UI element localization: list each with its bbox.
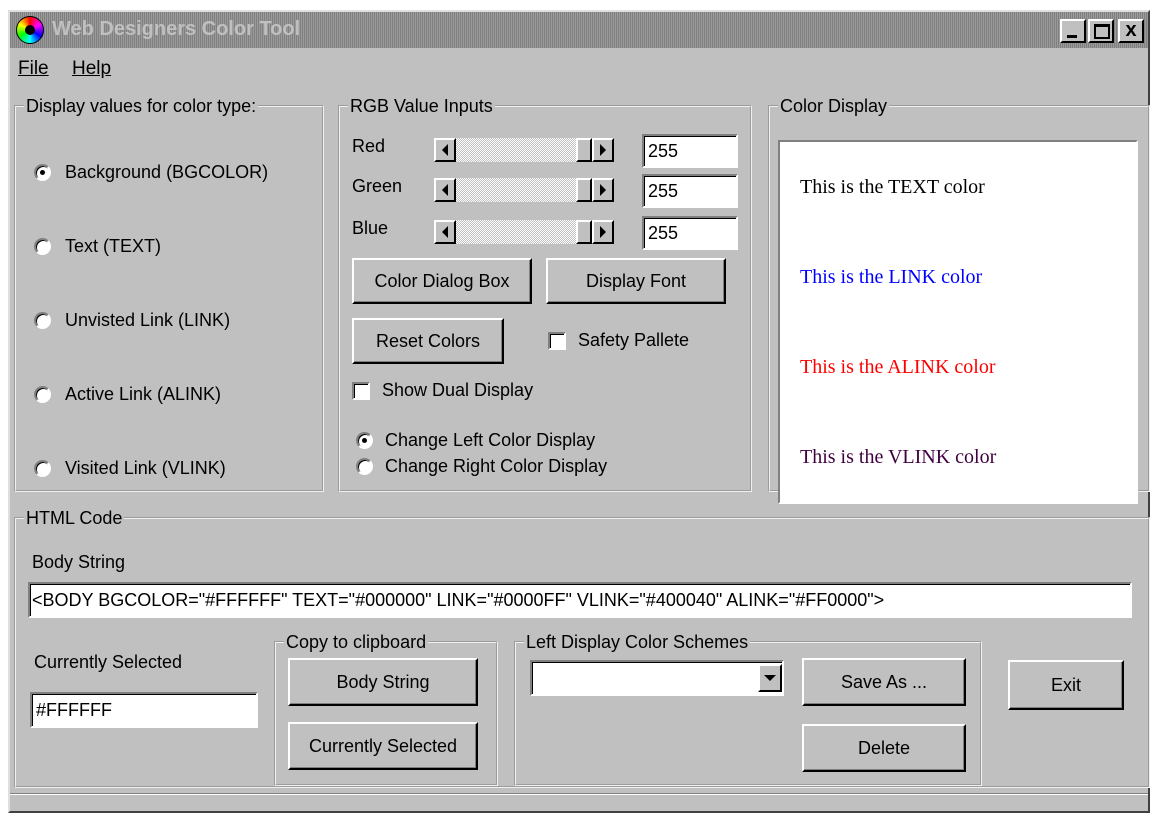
scroll-right-button[interactable] [592, 178, 614, 202]
reset-colors-button[interactable]: Reset Colors [352, 318, 504, 364]
radio-button[interactable] [34, 386, 51, 403]
checkbox-box[interactable] [548, 331, 566, 350]
scroll-right-button[interactable] [592, 138, 614, 162]
copy-currently-selected-button[interactable]: Currently Selected [288, 722, 478, 770]
copy-body-string-button[interactable]: Body String [288, 658, 478, 706]
radio-label: Unvisted Link (LINK) [65, 310, 231, 330]
scroll-right-button[interactable] [592, 220, 614, 244]
arrow-left-icon [442, 144, 448, 156]
close-button[interactable]: x [1118, 19, 1144, 43]
body-string-input[interactable]: <BODY BGCOLOR="#FFFFFF" TEXT="#000000" L… [28, 582, 1132, 618]
scroll-left-button[interactable] [434, 178, 456, 202]
alink-color-sample: This is the ALINK color [800, 356, 996, 378]
green-value-input[interactable]: 255 [642, 174, 738, 208]
title-bar[interactable]: Web Designers Color Tool x [10, 12, 1148, 48]
rgb-inputs-legend: RGB Value Inputs [350, 96, 493, 116]
checkbox-label: Show Dual Display [382, 380, 534, 400]
radio-label: Text (TEXT) [65, 236, 162, 256]
menu-file-label: File [18, 58, 49, 79]
radio-button[interactable] [34, 164, 51, 181]
radio-button[interactable] [356, 458, 373, 475]
checkbox-box[interactable] [352, 381, 370, 400]
color-wheel-icon[interactable] [16, 16, 44, 44]
copy-to-clipboard-legend: Copy to clipboard [286, 632, 427, 652]
delete-button[interactable]: Delete [802, 724, 966, 772]
red-slider[interactable] [434, 138, 614, 162]
color-display-legend: Color Display [780, 96, 888, 116]
green-label: Green [352, 176, 403, 196]
currently-selected-label: Currently Selected [34, 652, 183, 672]
color-scheme-select[interactable] [530, 660, 784, 696]
radio-link[interactable]: Unvisted Link (LINK) [34, 310, 230, 331]
red-label: Red [352, 136, 386, 156]
copy-to-clipboard-group: Copy to clipboard Body String Currently … [274, 632, 498, 786]
slider-thumb[interactable] [576, 178, 592, 202]
arrow-left-icon [442, 226, 448, 238]
radio-vlink[interactable]: Visited Link (VLINK) [34, 458, 226, 479]
radio-label: Active Link (ALINK) [65, 384, 222, 404]
radio-label: Change Right Color Display [385, 456, 608, 476]
color-schemes-group: Left Display Color Schemes Save As ... D… [514, 632, 982, 786]
color-schemes-legend: Left Display Color Schemes [526, 632, 749, 652]
show-dual-display-checkbox[interactable]: Show Dual Display [352, 380, 533, 401]
status-bar [10, 793, 1148, 811]
menu-help[interactable]: Help [72, 58, 111, 80]
link-color-sample: This is the LINK color [800, 266, 983, 288]
radio-button[interactable] [34, 312, 51, 329]
maximize-button[interactable] [1088, 19, 1114, 43]
app-window: Web Designers Color Tool x File Help Dis… [8, 10, 1150, 813]
currently-selected-input[interactable]: #FFFFFF [30, 692, 258, 728]
scroll-left-button[interactable] [434, 138, 456, 162]
radio-change-right[interactable]: Change Right Color Display [356, 456, 607, 477]
save-as-button[interactable]: Save As ... [802, 658, 966, 706]
arrow-left-icon [442, 184, 448, 196]
radio-change-left[interactable]: Change Left Color Display [356, 430, 595, 451]
radio-label: Change Left Color Display [385, 430, 596, 450]
radio-background[interactable]: Background (BGCOLOR) [34, 162, 268, 183]
arrow-right-icon [600, 144, 606, 156]
radio-button[interactable] [34, 460, 51, 477]
radio-text[interactable]: Text (TEXT) [34, 236, 161, 257]
arrow-right-icon [600, 226, 606, 238]
color-display-panel: This is the TEXT color This is the LINK … [778, 140, 1138, 504]
chevron-down-icon [764, 675, 776, 681]
rgb-inputs-group: RGB Value Inputs Red 255 Green 255 Blue … [338, 96, 752, 492]
menu-bar: File Help [10, 50, 1148, 84]
color-dialog-box-button[interactable]: Color Dialog Box [352, 258, 532, 304]
slider-thumb[interactable] [576, 138, 592, 162]
display-font-button[interactable]: Display Font [546, 258, 726, 304]
safety-pallete-checkbox[interactable]: Safety Pallete [548, 330, 689, 351]
slider-thumb[interactable] [576, 220, 592, 244]
radio-alink[interactable]: Active Link (ALINK) [34, 384, 221, 405]
vlink-color-sample: This is the VLINK color [800, 446, 997, 468]
color-display-group: Color Display This is the TEXT color Thi… [768, 96, 1150, 504]
radio-button[interactable] [34, 238, 51, 255]
window-title: Web Designers Color Tool [52, 18, 301, 40]
blue-value-input[interactable]: 255 [642, 216, 738, 250]
color-type-group: Display values for color type: Backgroun… [14, 96, 324, 492]
body-string-label: Body String [32, 552, 126, 572]
radio-label: Background (BGCOLOR) [65, 162, 269, 182]
html-code-legend: HTML Code [26, 508, 123, 528]
radio-label: Visited Link (VLINK) [65, 458, 226, 478]
checkbox-label: Safety Pallete [578, 330, 690, 350]
html-code-group: HTML Code Body String <BODY BGCOLOR="#FF… [14, 508, 1150, 788]
text-color-sample: This is the TEXT color [800, 176, 985, 198]
green-slider[interactable] [434, 178, 614, 202]
scroll-left-button[interactable] [434, 220, 456, 244]
exit-button[interactable]: Exit [1008, 660, 1124, 710]
menu-file[interactable]: File [18, 58, 49, 80]
radio-button[interactable] [356, 432, 373, 449]
dropdown-button[interactable] [758, 664, 782, 692]
red-value-input[interactable]: 255 [642, 134, 738, 168]
menu-help-label: Help [72, 58, 112, 79]
blue-label: Blue [352, 218, 389, 238]
minimize-button[interactable] [1060, 19, 1086, 43]
color-type-legend: Display values for color type: [26, 96, 257, 116]
arrow-right-icon [600, 184, 606, 196]
blue-slider[interactable] [434, 220, 614, 244]
